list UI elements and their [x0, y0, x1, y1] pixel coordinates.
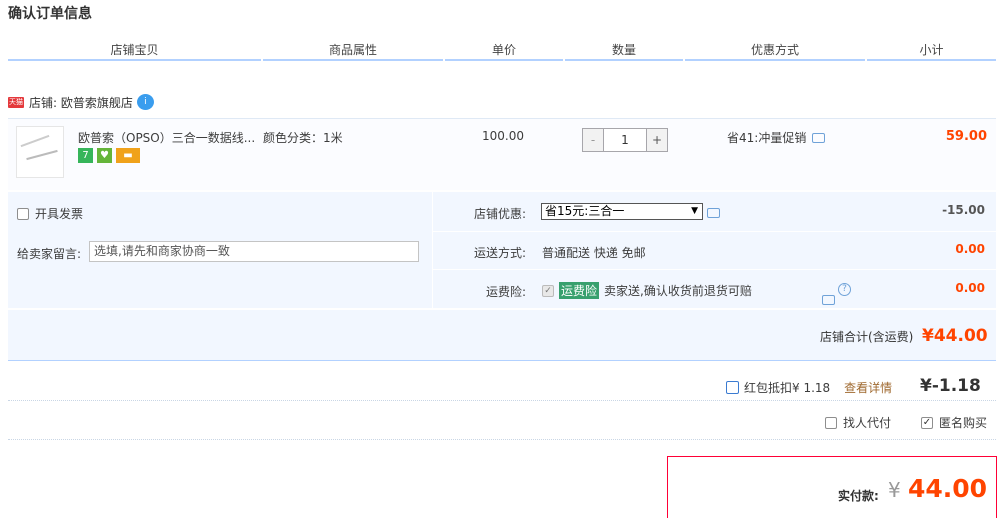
shop-row: 天猫 店铺: 欧普索旗舰店 i — [8, 94, 154, 110]
col-header-item: 店铺宝贝 — [8, 43, 261, 61]
proxy-pay-label: 找人代付 — [843, 416, 892, 430]
tmall-icon: 天猫 — [8, 96, 24, 108]
divider — [8, 400, 996, 401]
shop-discount-select[interactable]: 省15元:三合一 ▼ — [541, 203, 703, 220]
message-icon[interactable] — [822, 295, 835, 305]
col-header-price: 单价 — [445, 43, 563, 61]
page-title: 确认订单信息 — [8, 6, 92, 22]
item-title-link[interactable]: 欧普索（OPSO）三合一数据线... — [78, 129, 255, 146]
delivery-value: 普通配送 快递 免邮 — [542, 246, 646, 260]
insurance-amount: 0.00 — [955, 281, 985, 295]
note-to-seller-input[interactable]: 选填,请先和商家协商一致 — [89, 241, 419, 262]
anonymous-label: 匿名购买 — [939, 416, 988, 430]
wangwang-chat-icon[interactable]: i — [136, 94, 154, 110]
delivery-amount: 0.00 — [955, 242, 985, 256]
qty-input[interactable]: 1 — [603, 129, 647, 151]
col-header-discount: 优惠方式 — [685, 43, 865, 61]
divider — [432, 231, 996, 232]
insurance-option: ✓ 运费险 卖家送,确认收货前退货可赔 — [542, 282, 752, 299]
redpacket-option: 红包抵扣¥ 1.18 查看详情 — [726, 379, 892, 396]
pay-amount: 44.00 — [908, 474, 988, 503]
shop-discount-amount: -15.00 — [942, 203, 985, 217]
insurance-label: 运费险: — [486, 285, 527, 299]
redpacket-label: 红包抵扣¥ 1.18 — [744, 381, 831, 395]
item-service-badges: 7 ♥ ▬ — [78, 148, 140, 163]
item-sku: 颜色分类：1米 — [263, 131, 343, 145]
pay-label: 实付款: — [838, 489, 879, 503]
invoice-option: 开具发票 — [17, 205, 83, 222]
divider — [8, 439, 996, 440]
item-discount: 省41:冲量促销 — [727, 129, 826, 146]
message-icon[interactable] — [707, 208, 720, 218]
insurance-badge: 运费险 — [559, 282, 600, 299]
help-icon[interactable]: ? — [838, 283, 851, 296]
dropdown-arrow-icon: ▼ — [691, 206, 698, 216]
insurance-checkbox[interactable]: ✓ — [542, 284, 554, 297]
shop-discount-value: 省15元:三合一 — [545, 204, 625, 218]
guarantee-icon: ♥ — [97, 148, 112, 163]
shop-discount-label: 店铺优惠: — [474, 207, 527, 221]
delivery-label: 运送方式: — [474, 246, 527, 260]
anonymous-checkbox[interactable]: ✓ — [921, 416, 933, 429]
item-subtotal: 59.00 — [945, 129, 987, 144]
invoice-label: 开具发票 — [35, 207, 84, 221]
redpacket-value: ¥-1.18 — [920, 376, 981, 396]
quantity-stepper: - 1 + — [582, 128, 668, 152]
col-header-attr: 商品属性 — [263, 43, 443, 61]
invoice-checkbox[interactable] — [17, 207, 29, 220]
item-discount-text: 省41:冲量促销 — [727, 131, 807, 145]
shop-name-link[interactable]: 店铺: 欧普索旗舰店 — [29, 94, 133, 111]
col-header-qty: 数量 — [565, 43, 683, 61]
qty-plus-button[interactable]: + — [647, 129, 667, 151]
qty-minus-button[interactable]: - — [583, 129, 603, 151]
anonymous-option: ✓ 匿名购买 — [921, 414, 987, 431]
seven-day-return-icon: 7 — [78, 148, 93, 163]
proxy-pay-option: 找人代付 — [825, 414, 891, 431]
credit-card-icon: ▬ — [116, 148, 140, 163]
shop-total-value: ¥44.00 — [922, 326, 988, 346]
shop-total-label: 店铺合计(含运费) — [820, 330, 914, 344]
message-icon[interactable] — [812, 132, 826, 143]
insurance-text: 卖家送,确认收货前退货可赔 — [604, 284, 752, 298]
pay-currency: ¥ — [888, 478, 901, 502]
redpacket-details-link[interactable]: 查看详情 — [844, 379, 892, 396]
proxy-pay-checkbox[interactable] — [825, 416, 837, 429]
divider — [432, 269, 996, 270]
item-unit-price: 100.00 — [482, 129, 524, 143]
col-header-subtotal: 小计 — [867, 43, 996, 61]
redpacket-checkbox[interactable] — [726, 381, 739, 394]
note-label: 给卖家留言: — [17, 247, 82, 261]
